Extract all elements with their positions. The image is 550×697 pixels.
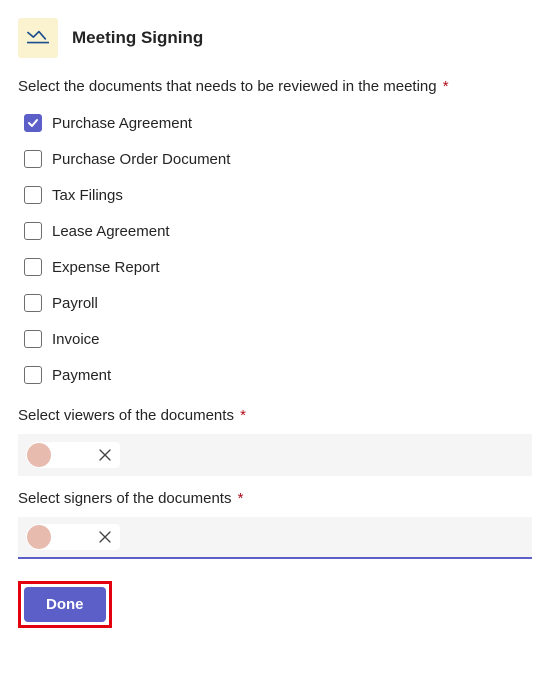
- app-icon: [18, 18, 58, 58]
- checkbox-invoice[interactable]: Invoice: [18, 321, 532, 357]
- checkbox-tax-filings[interactable]: Tax Filings: [18, 177, 532, 213]
- checkbox-payroll[interactable]: Payroll: [18, 285, 532, 321]
- checkbox-purchase-order-document[interactable]: Purchase Order Document: [18, 141, 532, 177]
- required-star: *: [443, 78, 449, 95]
- checkbox-label: Purchase Order Document: [52, 151, 230, 168]
- checkbox-purchase-agreement[interactable]: Purchase Agreement: [18, 105, 532, 141]
- checkbox-label: Payment: [52, 367, 111, 384]
- checkbox-input[interactable]: [24, 186, 42, 204]
- viewers-people-picker[interactable]: [18, 434, 532, 476]
- viewers-label: Select viewers of the documents: [18, 407, 234, 424]
- checkbox-input[interactable]: [24, 366, 42, 384]
- signers-label: Select signers of the documents: [18, 490, 231, 507]
- signer-chip[interactable]: [26, 524, 120, 550]
- header: Meeting Signing: [18, 18, 532, 58]
- checkbox-input[interactable]: [24, 294, 42, 312]
- done-highlight-box: Done: [18, 581, 112, 628]
- viewer-chip[interactable]: [26, 442, 120, 468]
- avatar: [27, 443, 51, 467]
- checkbox-label: Invoice: [52, 331, 100, 348]
- required-star: *: [238, 490, 244, 507]
- checkbox-label: Tax Filings: [52, 187, 123, 204]
- checkbox-input[interactable]: [24, 150, 42, 168]
- remove-chip-button[interactable]: [98, 448, 112, 462]
- viewers-label-row: Select viewers of the documents *: [18, 407, 532, 424]
- remove-chip-button[interactable]: [98, 530, 112, 544]
- checkbox-label: Payroll: [52, 295, 98, 312]
- app-title: Meeting Signing: [72, 28, 203, 48]
- checkbox-expense-report[interactable]: Expense Report: [18, 249, 532, 285]
- checkbox-input[interactable]: [24, 222, 42, 240]
- checkbox-input[interactable]: [24, 258, 42, 276]
- checkbox-lease-agreement[interactable]: Lease Agreement: [18, 213, 532, 249]
- documents-label-row: Select the documents that needs to be re…: [18, 78, 532, 95]
- checkbox-label: Purchase Agreement: [52, 115, 192, 132]
- documents-label: Select the documents that needs to be re…: [18, 78, 437, 95]
- avatar: [27, 525, 51, 549]
- checkbox-label: Expense Report: [52, 259, 160, 276]
- signers-people-picker[interactable]: [18, 517, 532, 559]
- checkbox-label: Lease Agreement: [52, 223, 170, 240]
- signers-label-row: Select signers of the documents *: [18, 490, 532, 507]
- done-button[interactable]: Done: [24, 587, 106, 622]
- checkbox-input[interactable]: [24, 114, 42, 132]
- required-star: *: [240, 407, 246, 424]
- checkbox-payment[interactable]: Payment: [18, 357, 532, 393]
- checkbox-input[interactable]: [24, 330, 42, 348]
- documents-checkbox-group: Purchase Agreement Purchase Order Docume…: [18, 105, 532, 393]
- action-row: Done: [18, 581, 532, 628]
